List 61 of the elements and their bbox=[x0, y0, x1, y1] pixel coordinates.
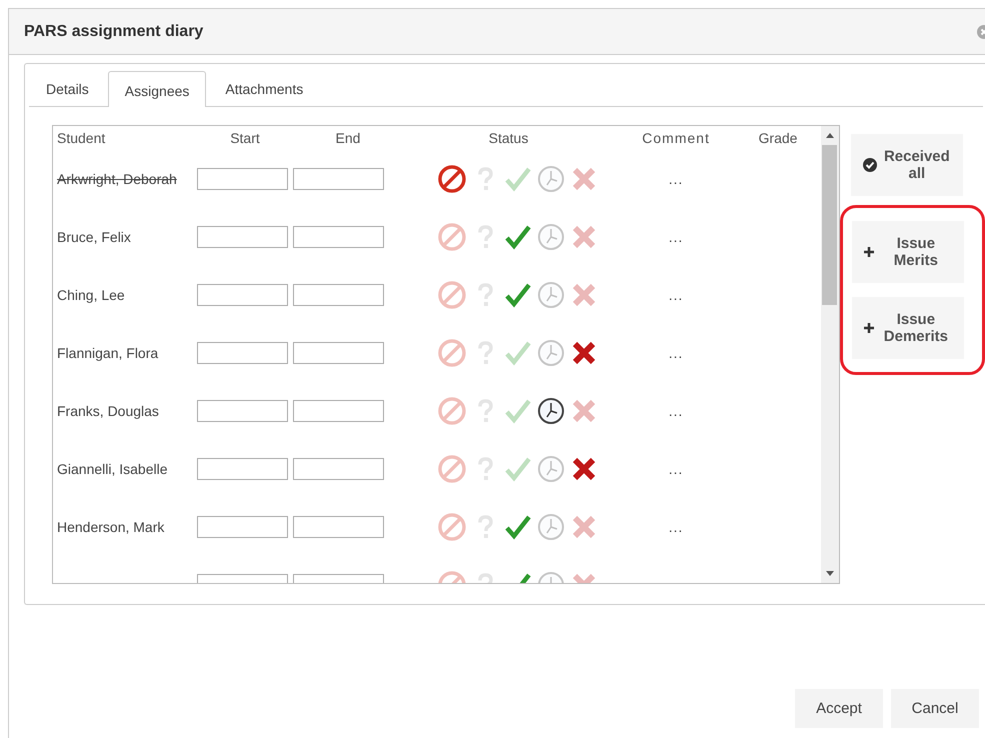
student-name: Bruce, Felix bbox=[56, 229, 132, 245]
comment-cell[interactable]: ... bbox=[614, 229, 738, 245]
student-name: Giannelli, Isabelle bbox=[56, 461, 169, 477]
scroll-up-icon[interactable] bbox=[826, 133, 834, 138]
scroll-down-icon[interactable] bbox=[826, 571, 834, 576]
action-button[interactable]: Received all bbox=[850, 134, 963, 196]
start-date-field[interactable] bbox=[197, 516, 288, 538]
column-header: Start bbox=[229, 130, 261, 146]
start-date-field[interactable] bbox=[197, 458, 288, 480]
student-name: Henderson, Mark bbox=[56, 519, 166, 535]
start-date-field[interactable] bbox=[197, 168, 288, 190]
end-date-field[interactable] bbox=[293, 400, 384, 422]
comment-cell[interactable]: ... bbox=[614, 461, 738, 477]
end-date-field[interactable] bbox=[293, 342, 384, 364]
plus-icon bbox=[864, 323, 874, 333]
tab[interactable]: Details bbox=[29, 71, 106, 106]
window-title: PARS assignment diary bbox=[24, 22, 204, 40]
tab[interactable]: Attachments bbox=[208, 71, 320, 106]
check-icon[interactable] bbox=[504, 281, 532, 309]
student-name: Arkwright, Deborah bbox=[56, 171, 178, 187]
column-header: Grade bbox=[758, 130, 798, 146]
end-date-field[interactable] bbox=[293, 458, 384, 480]
end-date-field[interactable] bbox=[293, 168, 384, 190]
tab[interactable]: Assignees bbox=[108, 71, 206, 107]
plus-icon bbox=[864, 247, 874, 257]
column-header: End bbox=[334, 130, 362, 146]
scroll-thumb[interactable] bbox=[822, 145, 838, 305]
check-icon[interactable] bbox=[504, 165, 532, 193]
start-date-field[interactable] bbox=[197, 342, 288, 364]
column-header: Student bbox=[56, 130, 106, 146]
student-name: Ching, Lee bbox=[56, 287, 126, 303]
comment-cell[interactable]: ... bbox=[614, 519, 738, 535]
comment-cell[interactable]: ... bbox=[614, 171, 738, 187]
student-name: Franks, Douglas bbox=[56, 403, 160, 419]
comment-cell[interactable]: ... bbox=[614, 287, 738, 303]
end-date-field[interactable] bbox=[293, 284, 384, 306]
start-date-field[interactable] bbox=[197, 226, 288, 248]
end-date-field[interactable] bbox=[293, 226, 384, 248]
comment-cell[interactable]: ... bbox=[614, 403, 738, 419]
check-icon[interactable] bbox=[504, 455, 532, 483]
cross-icon[interactable] bbox=[570, 339, 598, 367]
action-button[interactable]: Issue Demerits bbox=[852, 297, 964, 359]
start-date-field[interactable] bbox=[197, 400, 288, 422]
column-header: Status bbox=[488, 130, 530, 146]
cross-icon[interactable] bbox=[570, 455, 598, 483]
end-date-field[interactable] bbox=[293, 516, 384, 538]
check-circle-icon bbox=[862, 158, 877, 172]
dialog-button[interactable]: Cancel bbox=[891, 689, 979, 728]
student-name: Flannigan, Flora bbox=[56, 345, 160, 361]
check-icon[interactable] bbox=[504, 513, 532, 541]
dialog-button[interactable]: Accept bbox=[795, 689, 883, 728]
check-icon[interactable] bbox=[504, 339, 532, 367]
check-icon[interactable] bbox=[504, 223, 532, 251]
clock-icon[interactable] bbox=[537, 397, 565, 425]
start-date-field[interactable] bbox=[197, 284, 288, 306]
scrollbar[interactable] bbox=[820, 126, 839, 583]
check-icon[interactable] bbox=[504, 397, 532, 425]
comment-cell[interactable]: ... bbox=[614, 345, 738, 361]
column-header: Comment bbox=[641, 130, 711, 146]
action-button[interactable]: Issue Merits bbox=[852, 221, 964, 283]
ban-icon[interactable] bbox=[438, 165, 466, 193]
